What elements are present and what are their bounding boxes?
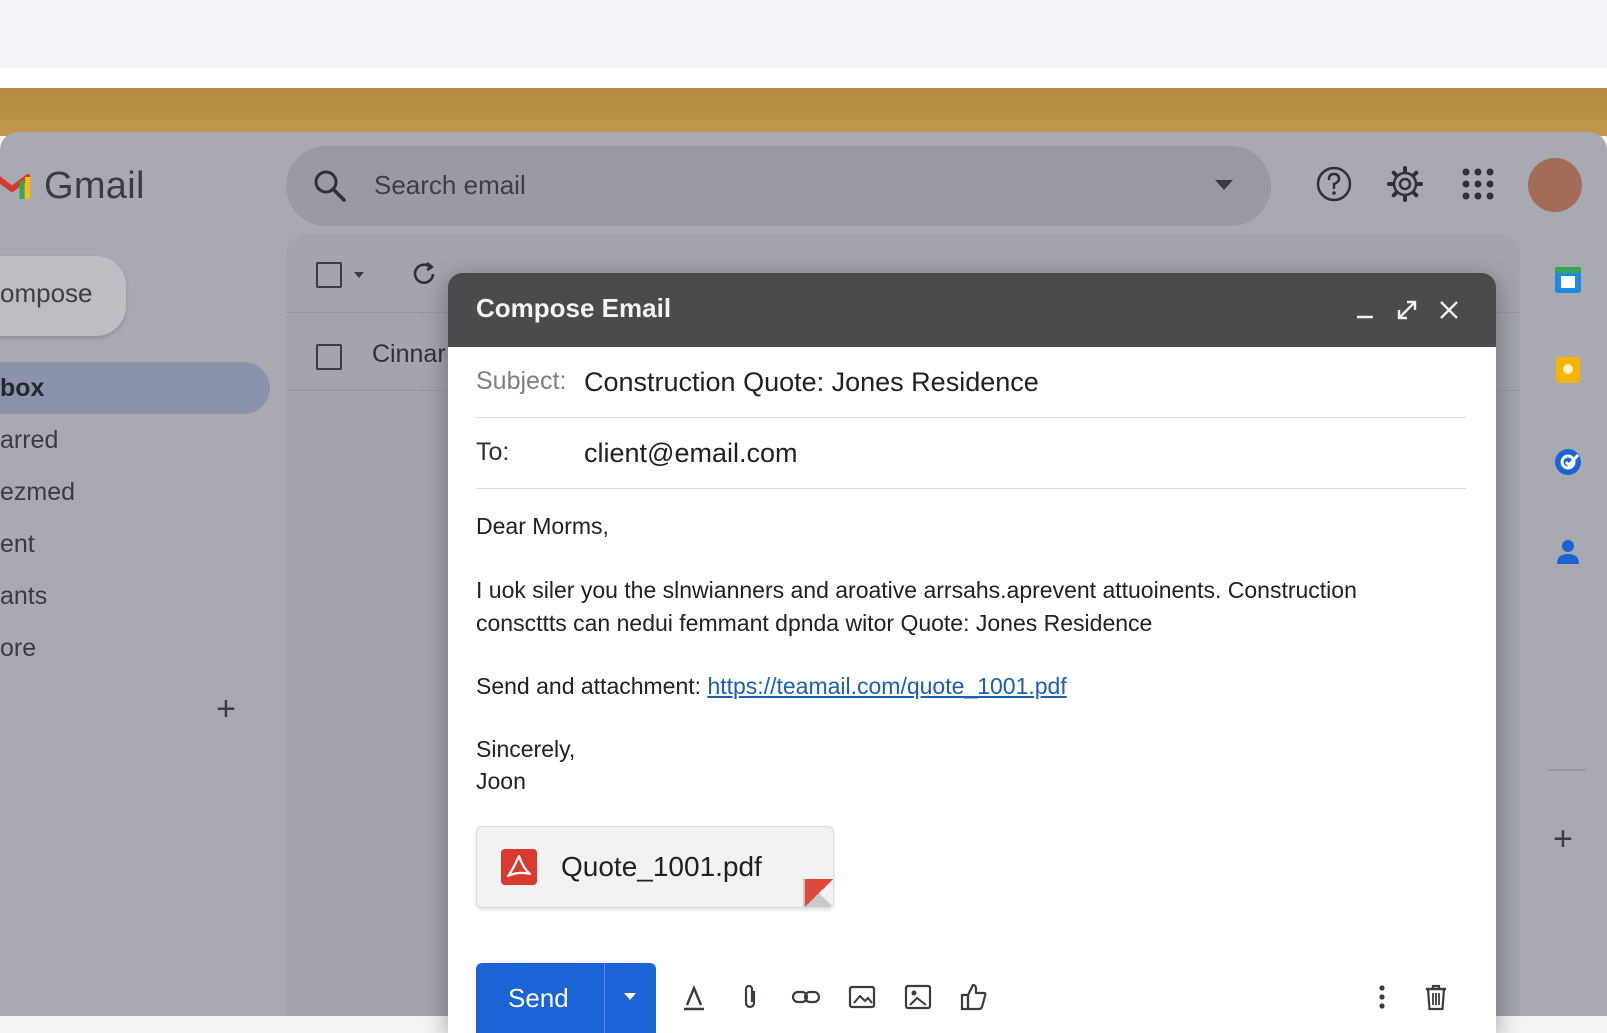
- row-sender[interactable]: Cinnar: [372, 340, 446, 369]
- body-greeting[interactable]: Dear Morms,: [476, 510, 609, 543]
- compose-header: Compose Email: [448, 273, 1496, 347]
- body-signoff[interactable]: Sincerely,: [476, 733, 575, 766]
- more-vert-icon[interactable]: [1366, 981, 1398, 1013]
- sidebar-item-starred[interactable]: arred: [0, 414, 270, 466]
- compose-button[interactable]: ompose: [0, 256, 126, 336]
- add-label-button[interactable]: +: [216, 690, 236, 729]
- help-icon[interactable]: [1314, 164, 1354, 204]
- search-bar[interactable]: Search email: [286, 146, 1271, 226]
- body-paragraph[interactable]: I uok siler you the slnwianners and aroa…: [476, 574, 1436, 640]
- attachment-chip[interactable]: Quote_1001.pdf: [476, 826, 834, 908]
- desktop-tan-band: [0, 88, 1607, 136]
- browser-top-strip: [0, 0, 1607, 68]
- refresh-icon[interactable]: [410, 260, 438, 288]
- row-checkbox[interactable]: [316, 344, 342, 370]
- trash-icon[interactable]: [1420, 981, 1452, 1013]
- contacts-icon[interactable]: [1552, 536, 1584, 568]
- apps-grid-icon[interactable]: [1458, 164, 1498, 204]
- send-divider: [604, 963, 605, 1033]
- rail-add-button[interactable]: +: [1553, 820, 1573, 859]
- to-field[interactable]: To: client@email.com: [476, 418, 1466, 489]
- sidebar-item-snoozed[interactable]: ezmed: [0, 466, 270, 518]
- gmail-logo-icon: [0, 174, 30, 199]
- page-fold-accent: [805, 879, 833, 907]
- text-format-icon[interactable]: [678, 981, 710, 1013]
- tasks-icon[interactable]: [1552, 446, 1584, 478]
- paperclip-icon[interactable]: [734, 981, 766, 1013]
- sidebar-item-drafts[interactable]: ants: [0, 570, 270, 622]
- subject-input[interactable]: Construction Quote: Jones Residence: [584, 367, 1039, 398]
- calendar-icon[interactable]: [1552, 264, 1584, 296]
- sidebar-nav: box arred ezmed ent ants ore: [0, 362, 270, 674]
- keep-icon[interactable]: [1552, 354, 1584, 386]
- send-button[interactable]: Send: [476, 963, 656, 1033]
- compose-button-label: ompose: [0, 278, 93, 308]
- sidebar-item-sent[interactable]: ent: [0, 518, 270, 570]
- compose-title: Compose Email: [476, 293, 672, 323]
- expand-icon[interactable]: [1392, 295, 1422, 325]
- send-label: Send: [508, 983, 569, 1013]
- sidebar-item-more[interactable]: ore: [0, 622, 270, 674]
- subject-field[interactable]: Subject: Construction Quote: Jones Resid…: [476, 347, 1466, 418]
- body-signature[interactable]: Joon: [476, 765, 526, 798]
- avatar[interactable]: [1528, 158, 1582, 212]
- image-icon[interactable]: [846, 981, 878, 1013]
- rail-divider: [1548, 769, 1586, 771]
- search-input[interactable]: Search email: [374, 170, 526, 201]
- body-attachment-line[interactable]: Send and attachment: https://teamail.com…: [476, 670, 1067, 703]
- pdf-icon: [501, 849, 537, 885]
- close-icon[interactable]: [1434, 295, 1464, 325]
- minimize-icon[interactable]: [1350, 295, 1380, 325]
- to-input[interactable]: client@email.com: [584, 438, 797, 469]
- compose-window: Compose Email Subject: Construction Quot…: [448, 273, 1496, 1033]
- settings-gear-icon[interactable]: [1385, 164, 1425, 204]
- browser-white-band: [0, 68, 1607, 88]
- subject-label: Subject:: [476, 367, 567, 395]
- select-all-checkbox[interactable]: [316, 262, 342, 288]
- attachment-link[interactable]: https://teamail.com/quote_1001.pdf: [707, 673, 1066, 699]
- gmail-logo[interactable]: Gmail: [0, 162, 145, 210]
- send-options-caret-icon[interactable]: [624, 993, 636, 1000]
- photo-icon[interactable]: [902, 981, 934, 1013]
- to-label: To:: [476, 438, 510, 466]
- thumbs-up-icon[interactable]: [958, 981, 990, 1013]
- link-icon[interactable]: [790, 981, 822, 1013]
- search-icon[interactable]: [312, 168, 348, 204]
- sidebar-item-inbox[interactable]: box: [0, 362, 270, 414]
- dropdown-caret-icon[interactable]: [1215, 180, 1233, 190]
- gmail-logo-text: Gmail: [44, 164, 145, 207]
- select-dropdown-caret-icon[interactable]: [354, 272, 364, 278]
- attachment-filename: Quote_1001.pdf: [561, 851, 762, 882]
- attachment-prefix: Send and attachment:: [476, 673, 708, 699]
